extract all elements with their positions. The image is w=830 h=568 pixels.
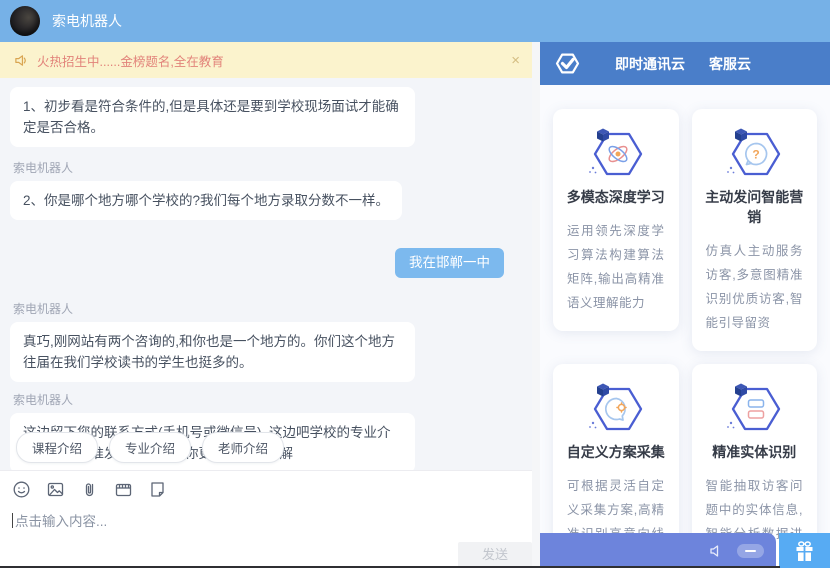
panel-bottom-bar (540, 533, 830, 568)
speaker-icon (14, 53, 29, 68)
card-title: 多模态深度学习 (563, 187, 669, 207)
entity-recognition-icon (716, 380, 792, 436)
message-list: 1、初步看是符合条件的,但是具体还是要到学校现场面试才能确定是否合格。 索电机器… (0, 78, 540, 470)
chat-panel: 火热招生中......金榜题名,全在教育 × 1、初步看是符合条件的,但是具体还… (0, 42, 540, 568)
avatar (10, 6, 40, 36)
minimize-button[interactable] (737, 544, 764, 558)
quick-reply-teacher[interactable]: 老师介绍 (202, 432, 284, 463)
feature-cards: 多模态深度学习 运用领先深度学习算法构建算法矩阵,输出高精准语义理解能力 ? 主… (540, 85, 830, 568)
card-description: 运用领先深度学习算法构建算法矩阵,输出高精准语义理解能力 (563, 219, 669, 315)
card-title: 自定义方案采集 (563, 442, 669, 462)
video-icon[interactable] (114, 480, 133, 499)
quick-reply-major[interactable]: 专业介绍 (109, 432, 191, 463)
bot-message: 真巧,刚网站有两个咨询的,和你也是一个地方的。你们这个地方往届在我们学校读书的学… (10, 322, 415, 382)
text-caret (12, 513, 13, 528)
user-message: 我在邯郸一中 (395, 248, 504, 278)
gift-button[interactable] (779, 533, 830, 568)
multimodal-deep-learning-icon (578, 125, 654, 181)
sender-name: 索电机器人 (13, 159, 530, 176)
announcement-text: 火热招生中......金榜题名,全在教育 (37, 51, 224, 70)
chat-app-window: 索电机器人 火热招生中......金榜题名,全在教育 × 1、初步看是符合条件的… (0, 0, 830, 568)
emoji-icon[interactable] (12, 480, 31, 499)
custom-collection-icon (578, 380, 654, 436)
announcement-banner: 火热招生中......金榜题名,全在教育 × (0, 42, 540, 78)
tab-im-cloud[interactable]: 即时通讯云 (615, 54, 685, 74)
composer: 点击输入内容... 发送 (0, 470, 540, 568)
message-input[interactable]: 点击输入内容... (12, 510, 528, 530)
product-tabs: 即时通讯云 客服云 (615, 54, 751, 74)
proactive-marketing-icon: ? (716, 125, 792, 181)
sound-bar (540, 533, 776, 568)
bot-message: 2、你是哪个地方哪个学校的?我们每个地方录取分数不一样。 (10, 181, 402, 220)
brand-logo-icon (554, 50, 581, 77)
user-message-row: 我在邯郸一中 (10, 248, 504, 278)
product-panel-header: 即时通讯云 客服云 (540, 42, 830, 85)
input-placeholder: 点击输入内容... (15, 510, 107, 530)
image-icon[interactable] (46, 480, 65, 499)
card-title: 精准实体识别 (702, 442, 808, 462)
mute-speaker-icon[interactable] (708, 543, 724, 559)
sender-name: 索电机器人 (13, 300, 530, 317)
attachment-icon[interactable] (80, 480, 99, 499)
note-icon[interactable] (148, 480, 167, 499)
quick-reply-course[interactable]: 课程介绍 (16, 432, 98, 463)
close-icon[interactable]: × (511, 53, 526, 68)
product-panel: 即时通讯云 客服云 多模态深度学习 运用领先深度学习算法构建算法矩阵,输出高精准… (540, 42, 830, 568)
feature-card: 多模态深度学习 运用领先深度学习算法构建算法矩阵,输出高精准语义理解能力 (553, 109, 679, 331)
composer-toolbar (12, 480, 528, 499)
feature-card: ? 主动发问智能营销 仿真人主动服务访客,多意图精准识别优质访客,智能引导留资 (692, 109, 818, 351)
sender-name: 索电机器人 (13, 391, 530, 408)
scrollbar[interactable] (532, 42, 540, 568)
card-title: 主动发问智能营销 (702, 187, 808, 227)
top-bar: 索电机器人 (0, 0, 830, 42)
gift-icon (792, 539, 817, 563)
send-button[interactable]: 发送 (458, 542, 532, 568)
bot-message: 1、初步看是符合条件的,但是具体还是要到学校现场面试才能确定是否合格。 (10, 87, 415, 147)
tab-service-cloud[interactable]: 客服云 (709, 54, 751, 74)
svg-text:?: ? (753, 148, 760, 162)
page-title: 索电机器人 (52, 11, 122, 31)
quick-reply-row: 课程介绍 专业介绍 老师介绍 (16, 432, 284, 463)
card-description: 仿真人主动服务访客,多意图精准识别优质访客,智能引导留资 (702, 239, 808, 335)
